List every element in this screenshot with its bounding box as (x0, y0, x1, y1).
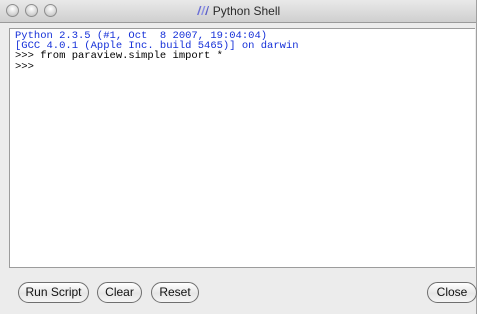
window-title-container: Python Shell (0, 4, 476, 18)
run-script-button[interactable]: Run Script (18, 282, 89, 303)
button-bar: Run Script Clear Reset Close (0, 282, 477, 304)
title-bar[interactable]: Python Shell (0, 0, 476, 23)
python-shell-window: Python Shell Python 2.3.5 (#1, Oct 8 200… (0, 0, 477, 314)
python-console-output[interactable]: Python 2.3.5 (#1, Oct 8 2007, 19:04:04)[… (9, 28, 475, 268)
paraview-icon (196, 6, 209, 15)
clear-button[interactable]: Clear (97, 282, 142, 303)
close-button[interactable]: Close (427, 282, 477, 303)
reset-button[interactable]: Reset (151, 282, 199, 303)
console-line: >>> from paraview.simple import * (15, 50, 223, 63)
console-line: >>> (15, 60, 34, 73)
window-title: Python Shell (212, 4, 281, 18)
